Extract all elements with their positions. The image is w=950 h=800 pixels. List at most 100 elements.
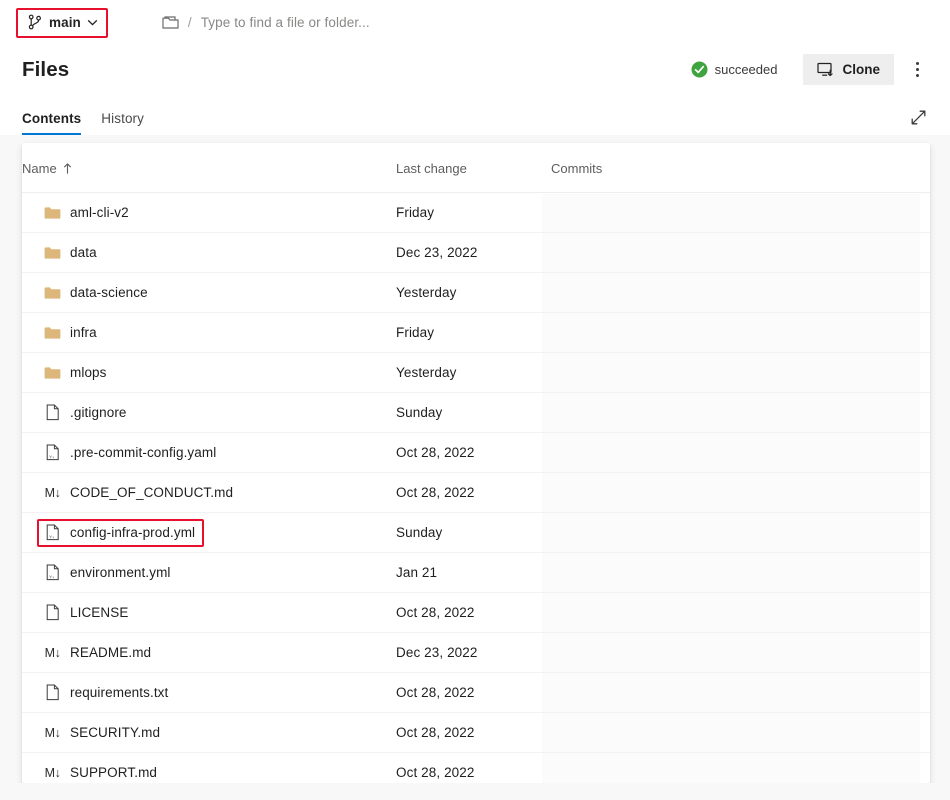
check-circle-icon (691, 61, 708, 78)
svg-text:Y: Y (49, 454, 52, 459)
files-table-head: Name Last change Commits (22, 143, 930, 193)
expand-diagonal-icon (910, 109, 927, 126)
folder-icon (44, 284, 61, 301)
file-icon (44, 684, 61, 701)
clone-button[interactable]: Clone (803, 54, 894, 85)
file-name-cell[interactable]: Y .pre-commit-config.yaml (22, 433, 396, 473)
svg-text:Y: Y (49, 534, 52, 539)
file-entry[interactable]: Yconfig-infra-prod.yml (44, 524, 396, 542)
table-row[interactable]: Yenvironment.ymlJan 21 (22, 553, 930, 593)
table-row[interactable]: .gitignore Sunday (22, 393, 930, 433)
last-change-cell: Friday (396, 313, 551, 353)
file-entry[interactable]: infra (44, 324, 396, 341)
tab-list: Contents History (22, 111, 144, 135)
file-markdown-icon: M↓ (44, 724, 61, 741)
file-entry[interactable]: requirements.txt (44, 684, 396, 701)
file-name-cell[interactable]: data (22, 233, 396, 273)
table-row[interactable]: infraFriday (22, 313, 930, 353)
table-row[interactable]: M↓CODE_OF_CONDUCT.mdOct 28, 2022 (22, 473, 930, 513)
status-text: succeeded (715, 62, 778, 77)
commits-cell (551, 313, 930, 353)
tab-contents[interactable]: Contents (22, 111, 81, 135)
file-name-cell[interactable]: mlops (22, 353, 396, 393)
table-row[interactable]: dataDec 23, 2022 (22, 233, 930, 273)
table-row[interactable]: M↓README.mdDec 23, 2022 (22, 633, 930, 673)
chevron-down-icon[interactable] (87, 14, 98, 31)
table-row[interactable]: LICENSEOct 28, 2022 (22, 593, 930, 633)
file-entry[interactable]: data (44, 244, 396, 261)
table-row[interactable]: Y .pre-commit-config.yaml Oct 28, 2022 (22, 433, 930, 473)
files-table: Name Last change Commits aml-cli-v2 Frida… (22, 143, 930, 783)
commits-cell (551, 433, 930, 473)
git-branch-icon (26, 14, 43, 31)
more-options-button[interactable] (900, 54, 934, 86)
tab-history[interactable]: History (101, 111, 144, 135)
file-name-label: README.md (70, 645, 151, 660)
file-entry[interactable]: M↓SUPPORT.md (44, 764, 396, 781)
file-name-label: data-science (70, 285, 148, 300)
column-header-commits[interactable]: Commits (551, 143, 930, 193)
column-header-name[interactable]: Name (22, 143, 396, 193)
file-name-label: .pre-commit-config.yaml (70, 445, 216, 460)
column-header-last-change[interactable]: Last change (396, 143, 551, 193)
commits-cell (551, 753, 930, 784)
file-entry[interactable]: Yenvironment.yml (44, 564, 396, 581)
last-change-cell: Friday (396, 193, 551, 233)
file-yaml-icon: Y (44, 564, 61, 581)
file-entry[interactable]: M↓ README.md (44, 644, 396, 661)
folder-icon (44, 364, 61, 381)
commits-cell (551, 473, 930, 513)
file-name-cell[interactable]: LICENSE (22, 593, 396, 633)
file-name-label: environment.yml (70, 565, 171, 580)
table-row[interactable]: aml-cli-v2 Friday (22, 193, 930, 233)
file-entry[interactable]: Y .pre-commit-config.yaml (44, 444, 396, 461)
file-name-label: SUPPORT.md (70, 765, 157, 780)
file-name-cell[interactable]: M↓ README.md (22, 633, 396, 673)
folder-outline-icon[interactable] (162, 14, 179, 31)
file-name-cell[interactable]: requirements.txt (22, 673, 396, 713)
arrow-up-icon (63, 163, 72, 174)
last-change-cell: Yesterday (396, 353, 551, 393)
file-entry[interactable]: M↓CODE_OF_CONDUCT.md (44, 484, 396, 501)
last-change-cell: Sunday (396, 393, 551, 433)
table-row[interactable]: data-scienceYesterday (22, 273, 930, 313)
file-entry[interactable]: LICENSE (44, 604, 396, 621)
file-name-cell[interactable]: Yenvironment.yml (22, 553, 396, 593)
file-search-input[interactable]: Type to find a file or folder... (201, 15, 370, 30)
file-name-cell[interactable]: infra (22, 313, 396, 353)
file-markdown-icon: M↓ (44, 644, 61, 661)
file-name-label: aml-cli-v2 (70, 205, 129, 220)
file-entry[interactable]: aml-cli-v2 (44, 204, 396, 221)
file-name-cell[interactable]: .gitignore (22, 393, 396, 433)
file-name-label: config-infra-prod.yml (70, 525, 195, 540)
file-entry[interactable]: M↓SECURITY.md (44, 724, 396, 741)
path-separator: / (188, 15, 192, 30)
column-header-name-label: Name (22, 161, 57, 176)
file-name-label: data (70, 245, 97, 260)
file-name-label: .gitignore (70, 405, 127, 420)
file-name-cell[interactable]: M↓SECURITY.md (22, 713, 396, 753)
commits-cell (551, 673, 930, 713)
file-name-label: CODE_OF_CONDUCT.md (70, 485, 233, 500)
file-entry[interactable]: mlops (44, 364, 396, 381)
file-name-cell[interactable]: Yconfig-infra-prod.yml (22, 513, 396, 553)
branch-name: main (49, 15, 81, 30)
last-change-cell: Oct 28, 2022 (396, 433, 551, 473)
file-icon (44, 404, 61, 421)
file-name-cell[interactable]: M↓CODE_OF_CONDUCT.md (22, 473, 396, 513)
table-row[interactable]: mlopsYesterday (22, 353, 930, 393)
file-entry[interactable]: .gitignore (44, 404, 396, 421)
table-row[interactable]: M↓SECURITY.mdOct 28, 2022 (22, 713, 930, 753)
svg-text:Y: Y (49, 574, 52, 579)
file-name-cell[interactable]: M↓SUPPORT.md (22, 753, 396, 784)
last-change-cell: Sunday (396, 513, 551, 553)
table-row[interactable]: requirements.txtOct 28, 2022 (22, 673, 930, 713)
file-name-cell[interactable]: aml-cli-v2 (22, 193, 396, 233)
table-row[interactable]: M↓SUPPORT.mdOct 28, 2022 (22, 753, 930, 784)
table-row[interactable]: Yconfig-infra-prod.ymlSunday (22, 513, 930, 553)
file-name-label: LICENSE (70, 605, 128, 620)
file-name-cell[interactable]: data-science (22, 273, 396, 313)
branch-selector[interactable]: main (16, 8, 108, 38)
file-entry[interactable]: data-science (44, 284, 396, 301)
expand-button[interactable] (902, 101, 934, 133)
